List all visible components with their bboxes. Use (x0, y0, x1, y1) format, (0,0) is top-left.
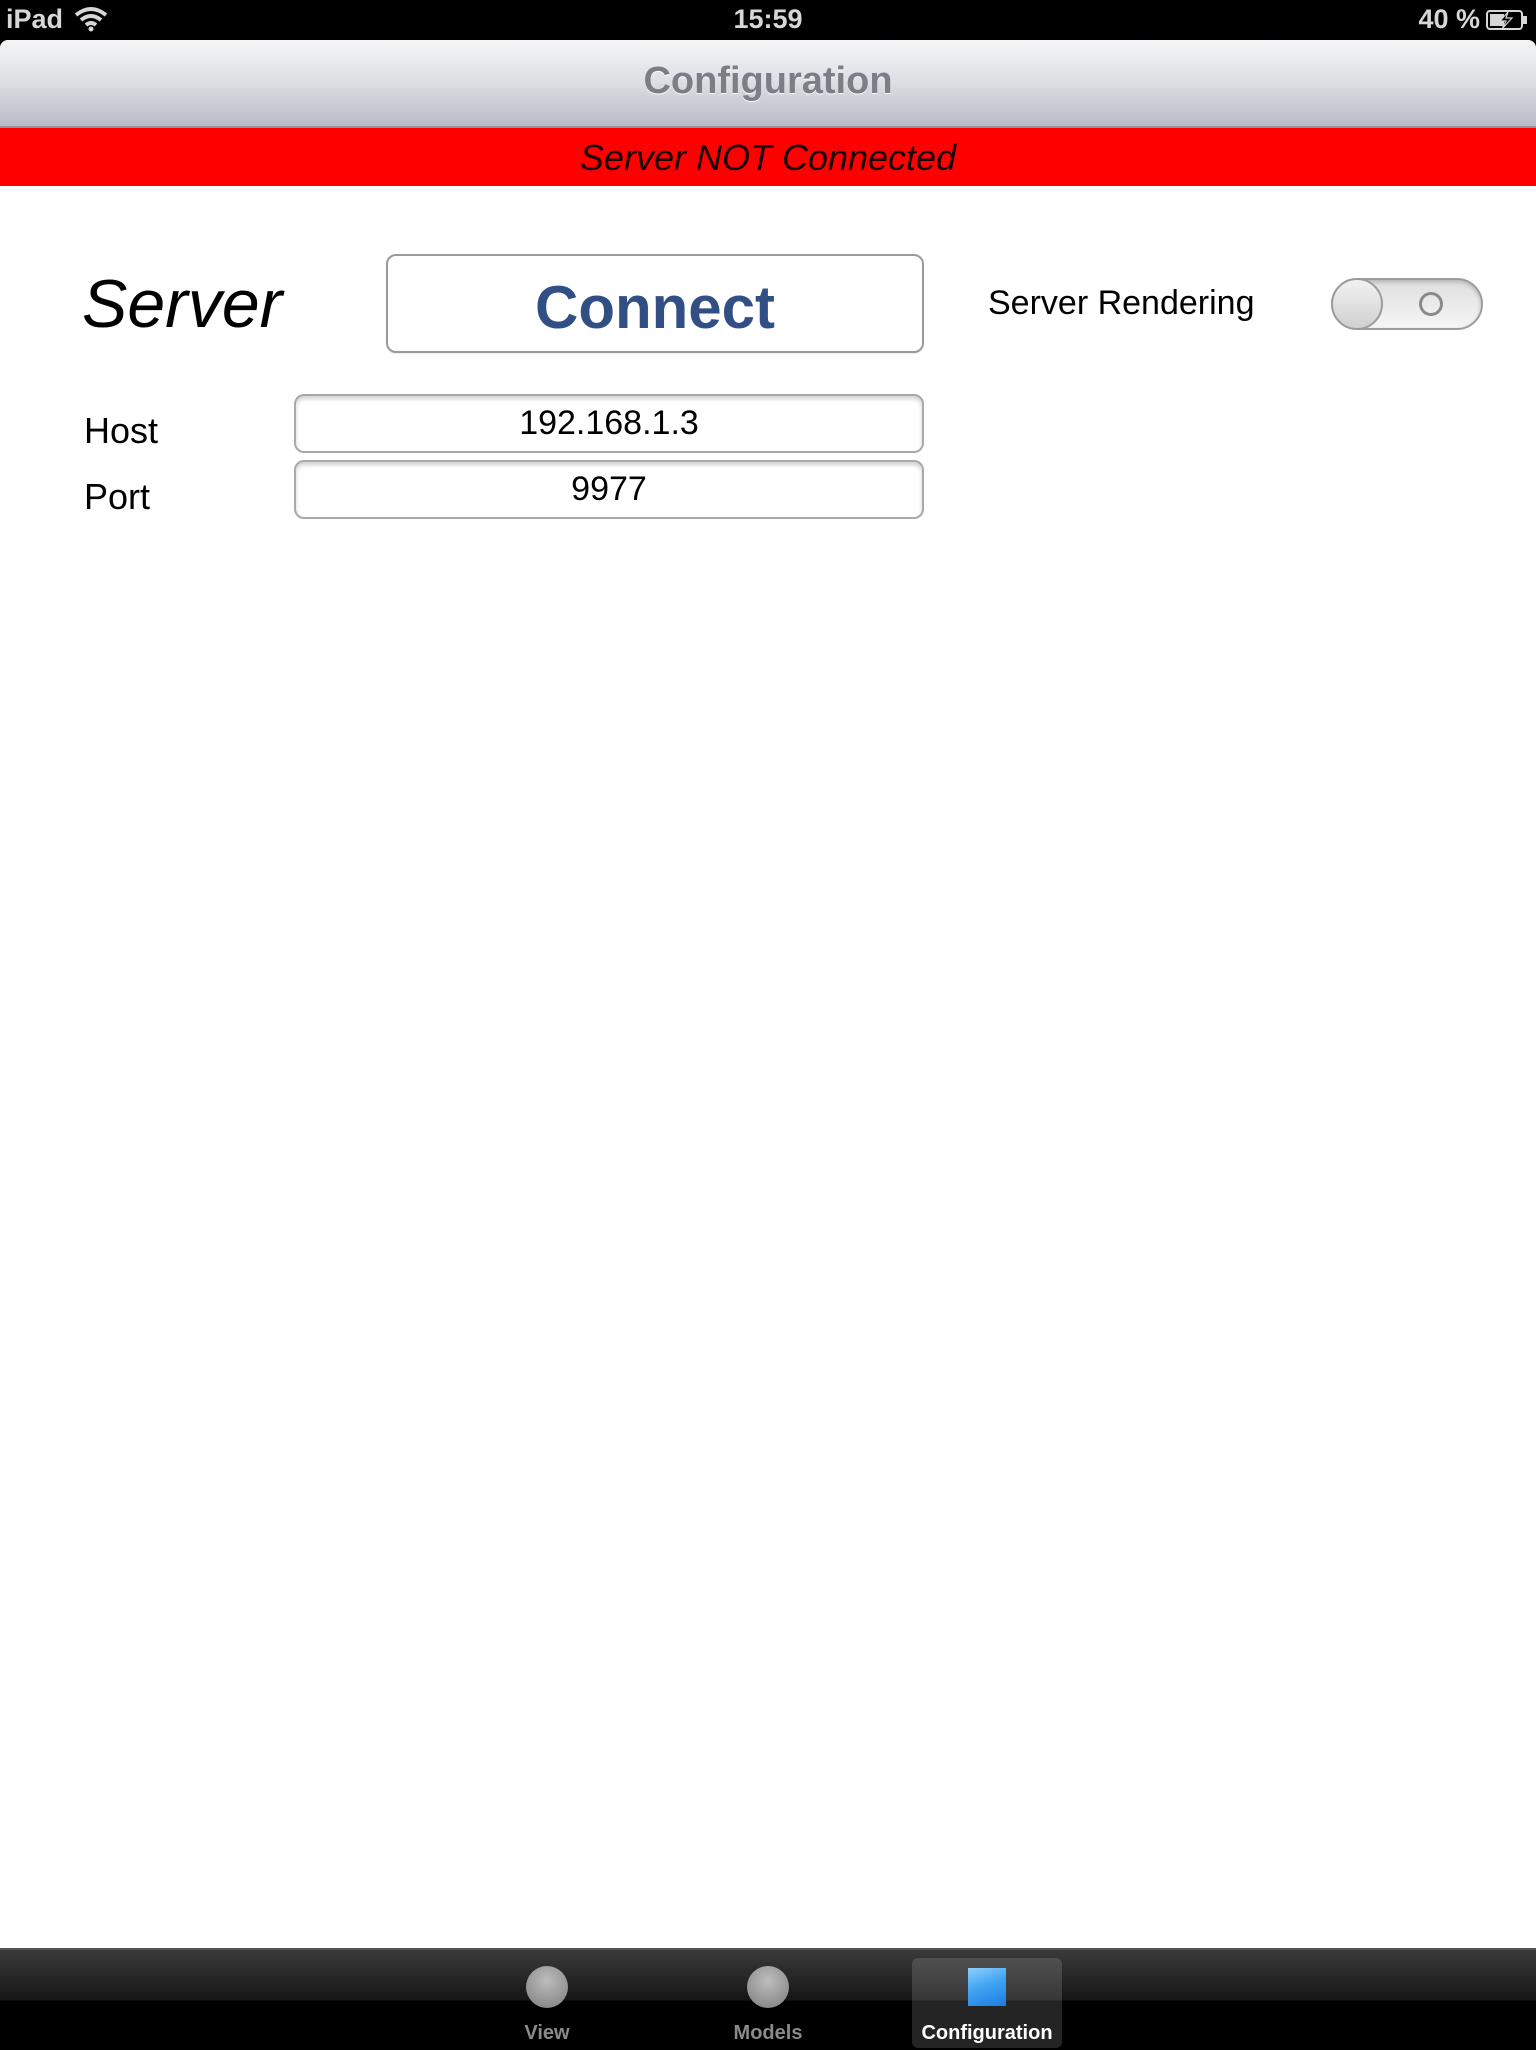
connect-button-label: Connect (535, 274, 775, 341)
tab-models[interactable]: Models (693, 1958, 843, 2048)
circle-icon (747, 1966, 789, 2008)
host-field[interactable] (294, 394, 924, 453)
tab-label: Configuration (921, 2022, 1053, 2044)
connection-status-text: Server NOT Connected (579, 137, 957, 178)
tab-bar: View Models Configuration (0, 1948, 1536, 2050)
navigation-bar: Configuration (0, 40, 1536, 128)
app-content: Configuration Server NOT Connected Serve… (0, 40, 1536, 1948)
page-title: Configuration (643, 60, 893, 102)
toggle-off-icon (1419, 292, 1443, 316)
status-bar: iPad 15:59 40 % (0, 0, 1536, 40)
battery-percentage: 40 % (1418, 4, 1480, 34)
circle-icon (526, 1966, 568, 2008)
tab-label: Models (733, 2022, 803, 2044)
server-rendering-label: Server Rendering (988, 284, 1255, 322)
host-label: Host (84, 410, 159, 451)
clock: 15:59 (733, 4, 803, 34)
tab-configuration[interactable]: Configuration (912, 1958, 1062, 2048)
battery-charging-icon (1486, 10, 1527, 30)
toggle-knob (1331, 278, 1383, 330)
connect-button[interactable]: Connect (386, 254, 924, 353)
square-icon (968, 1968, 1006, 2006)
ipad-screen: iPad 15:59 40 % Configuration Server NOT… (0, 0, 1536, 2050)
server-heading: Server (82, 266, 283, 342)
server-rendering-toggle[interactable] (1331, 278, 1483, 330)
port-field[interactable] (294, 460, 924, 519)
tab-view[interactable]: View (472, 1958, 622, 2048)
port-label: Port (84, 476, 151, 517)
connection-status-banner: Server NOT Connected (0, 128, 1536, 186)
tab-label: View (524, 2022, 570, 2044)
